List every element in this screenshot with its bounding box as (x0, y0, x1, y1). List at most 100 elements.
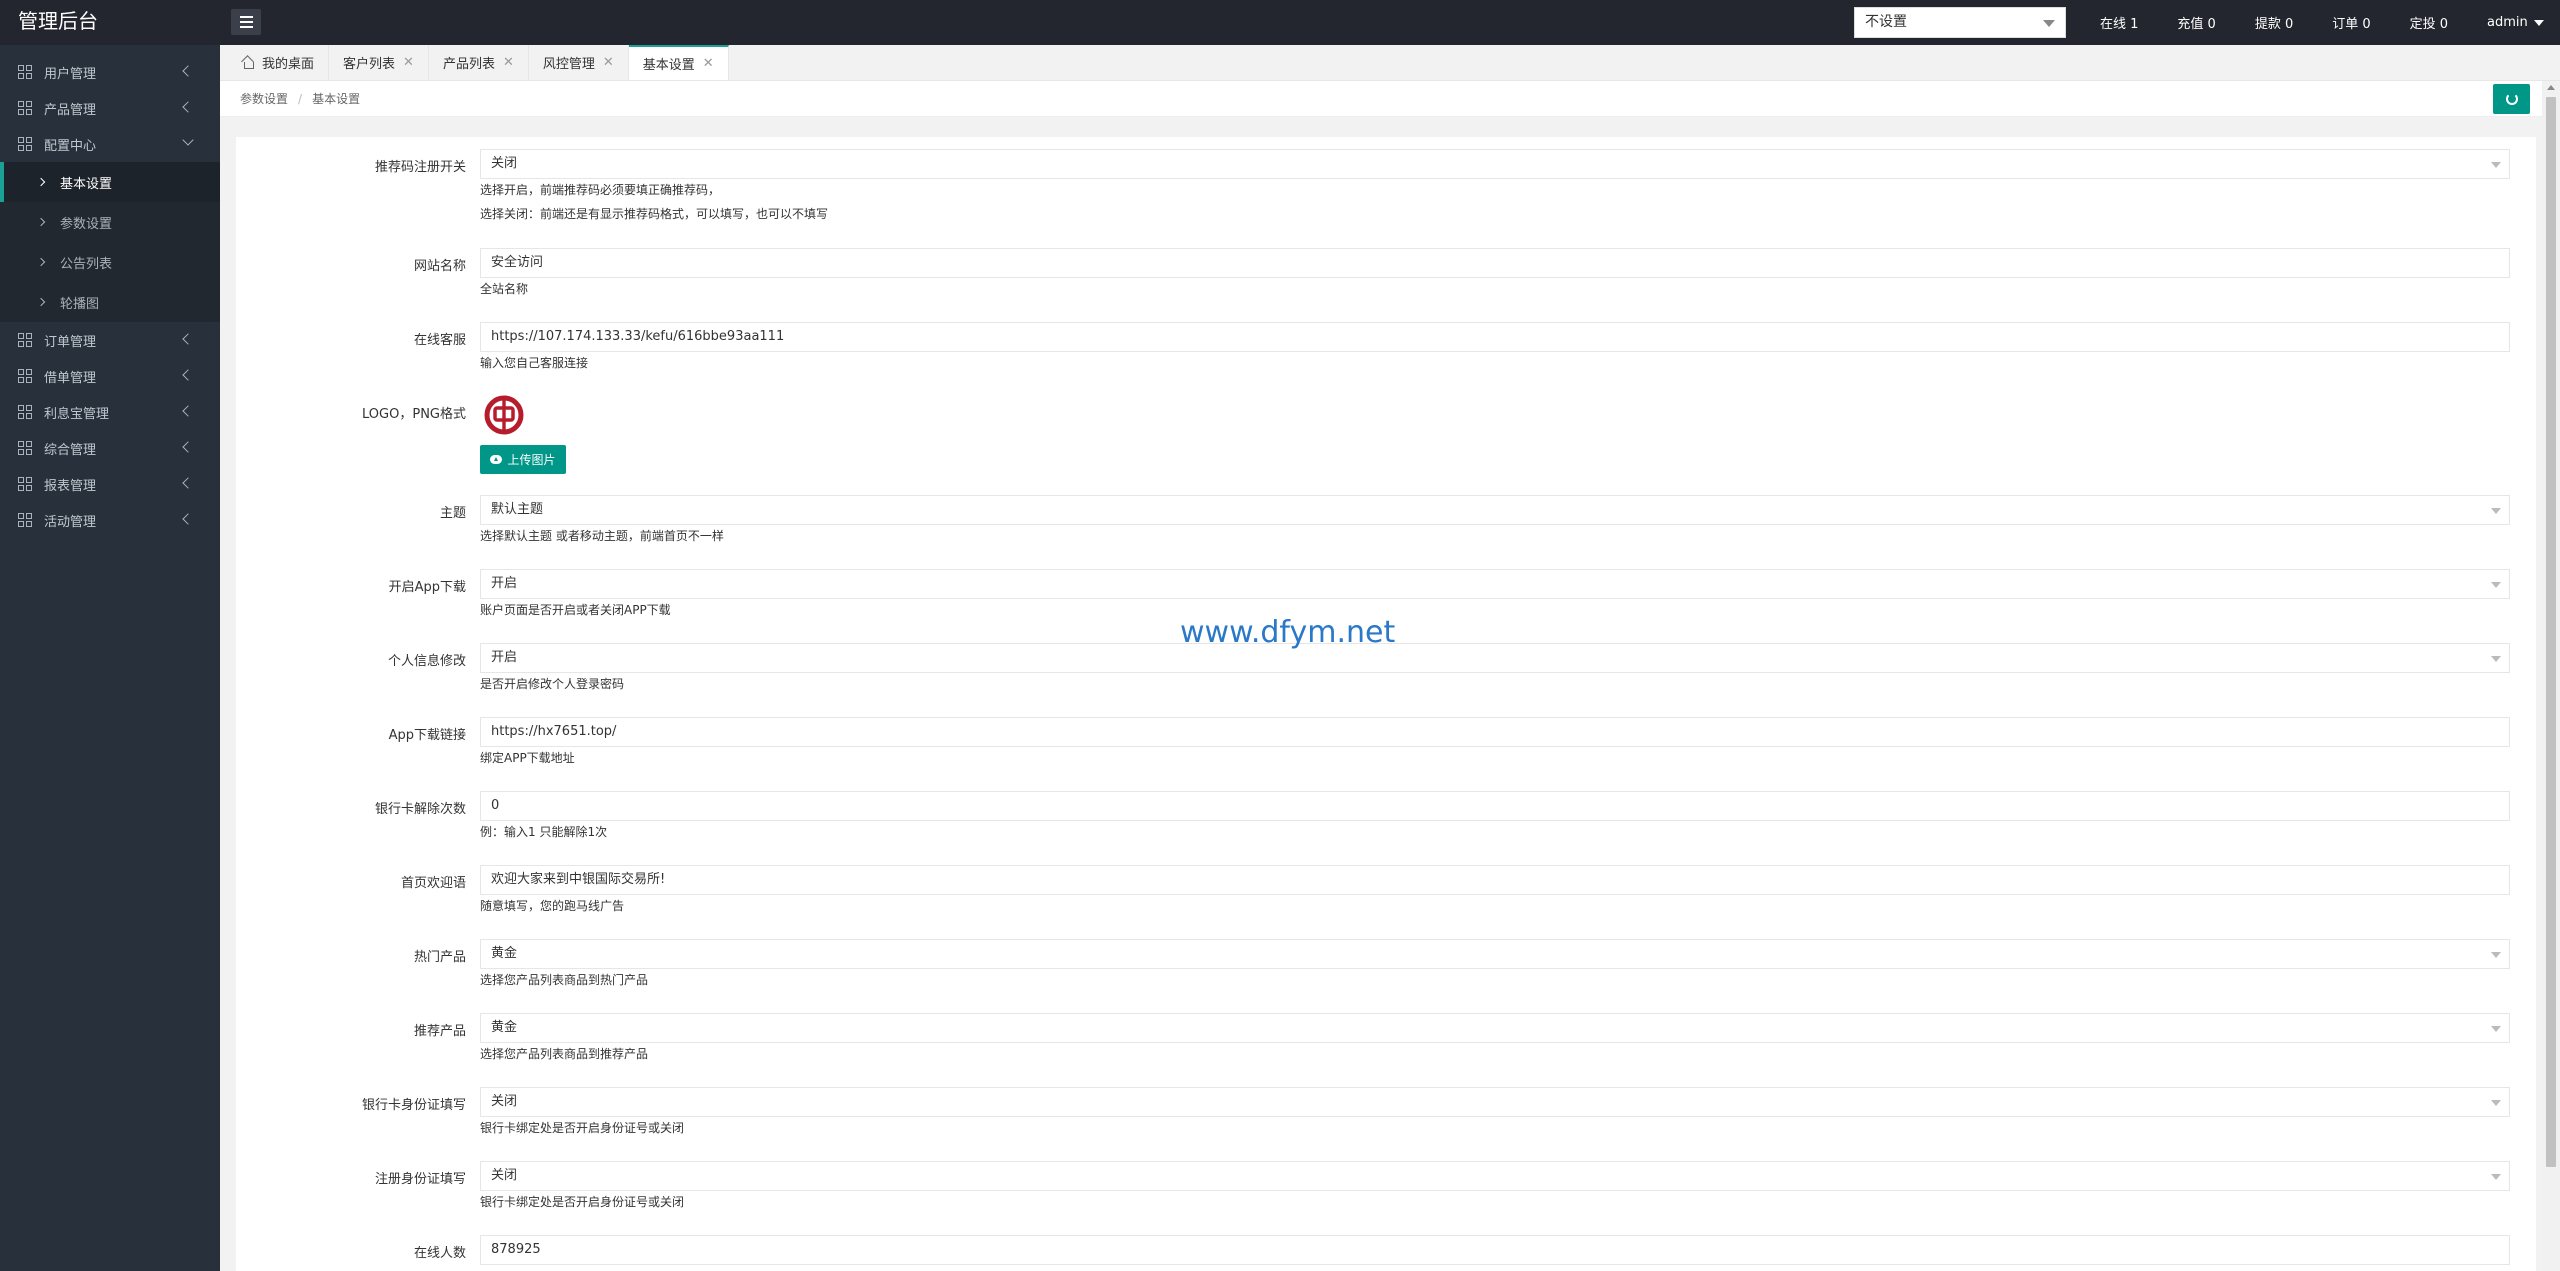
chevron-left-icon (182, 369, 194, 381)
tab-risk[interactable]: 风控管理 ✕ (529, 45, 629, 80)
chevron-left-icon (182, 477, 194, 489)
input-value: 878925 (491, 1242, 541, 1257)
stat-orders[interactable]: 订单 0 (2332, 13, 2370, 32)
unbind-count-input[interactable]: 0 (480, 791, 2510, 821)
sidebar-item-label: 活动管理 (44, 514, 97, 530)
tab-label: 风控管理 (542, 57, 595, 72)
sidebar-subitem-notices[interactable]: 公告列表 (0, 242, 220, 282)
sidebar-item-general[interactable]: 综合管理 (0, 430, 220, 466)
field-label: App下载链接 (388, 728, 466, 743)
tab-basic-settings[interactable]: 基本设置 ✕ (628, 45, 729, 80)
chevron-right-icon (36, 177, 46, 187)
tab-bar: 我的桌面 客户列表 ✕ 产品列表 ✕ 风控管理 ✕ 基本设置 ✕ (220, 45, 2560, 81)
chevron-down-icon (2491, 1026, 2501, 1032)
field-label: 在线客服 (413, 333, 466, 348)
sidebar-item-interest[interactable]: 利息宝管理 (0, 394, 220, 430)
breadcrumb: 参数设置 / 基本设置 (220, 81, 2542, 117)
refresh-button[interactable] (2493, 84, 2530, 114)
select-value: 开启 (491, 576, 518, 591)
breadcrumb-item: 基本设置 (312, 92, 361, 106)
help-text: 是否开启修改个人登录密码 (480, 677, 625, 691)
breadcrumb-item[interactable]: 参数设置 (240, 90, 288, 107)
theme-select[interactable]: 默认主题 (480, 495, 2510, 525)
scrollbar[interactable] (2542, 81, 2560, 1271)
service-url-input[interactable]: https://107.174.133.33/kefu/616bbe93aa11… (480, 322, 2510, 352)
scroll-up-icon[interactable] (2547, 85, 2555, 90)
stat-fixed[interactable]: 定投 0 (2410, 13, 2448, 32)
close-icon[interactable]: ✕ (703, 56, 714, 71)
help-text: 全站名称 (480, 282, 529, 296)
select-value: 黄金 (491, 1020, 518, 1035)
field-label: 推荐产品 (413, 1024, 466, 1039)
tab-desktop[interactable]: 我的桌面 (228, 45, 330, 80)
help-text: 绑定APP下载地址 (480, 751, 575, 765)
tab-products[interactable]: 产品列表 ✕ (429, 45, 529, 80)
scrollbar-thumb[interactable] (2546, 97, 2556, 1167)
input-value: https://107.174.133.33/kefu/616bbe93aa11… (491, 329, 785, 344)
help-text: 账户页面是否开启或者关闭APP下载 (480, 603, 671, 617)
help-text: 银行卡绑定处是否开启身份证号或关闭 (480, 1121, 685, 1135)
sidebar-item-config[interactable]: 配置中心 (0, 126, 220, 162)
header-stats: 在线 1 充值 0 提款 0 订单 0 定投 0 admin (2100, 0, 2544, 45)
close-icon[interactable]: ✕ (503, 55, 514, 70)
recommend-product-select[interactable]: 黄金 (480, 1013, 2510, 1043)
help-text: 选择您产品列表商品到推荐产品 (480, 1047, 649, 1061)
grid-icon (18, 369, 32, 383)
grid-icon (18, 333, 32, 347)
input-value: 0 (491, 798, 500, 813)
stat-recharge[interactable]: 充值 0 (2177, 13, 2215, 32)
field-label: 网站名称 (413, 259, 466, 274)
sidebar-item-orders[interactable]: 订单管理 (0, 322, 220, 358)
chevron-down-icon (2491, 508, 2501, 514)
help-text: 银行卡绑定处是否开启身份证号或关闭 (480, 1195, 685, 1209)
select-value: 默认主题 (491, 502, 544, 517)
profile-edit-select[interactable]: 开启 (480, 643, 2510, 673)
sidebar-subitem-params[interactable]: 参数设置 (0, 202, 220, 242)
sidebar-subitem-carousel[interactable]: 轮播图 (0, 282, 220, 322)
online-count-input[interactable]: 878925 (480, 1235, 2510, 1265)
chevron-down-icon (182, 134, 194, 146)
field-label: 开启App下载 (388, 580, 466, 595)
header-select[interactable]: 不设置 (1854, 7, 2066, 38)
sidebar-subitem-basic-settings[interactable]: 基本设置 (0, 162, 220, 202)
grid-icon (18, 137, 32, 151)
sidebar-item-loans[interactable]: 借单管理 (0, 358, 220, 394)
upload-image-button[interactable]: 上传图片 (480, 445, 566, 474)
close-icon[interactable]: ✕ (603, 55, 614, 70)
upload-label: 上传图片 (507, 453, 556, 467)
menu-toggle-icon[interactable] (231, 9, 261, 35)
register-id-select[interactable]: 关闭 (480, 1161, 2510, 1191)
chevron-down-icon (2533, 19, 2544, 26)
user-name: admin (2487, 15, 2528, 30)
referral-select[interactable]: 关闭 (480, 149, 2510, 179)
sidebar-subitem-label: 公告列表 (60, 256, 113, 272)
welcome-input[interactable]: 欢迎大家来到中银国际交易所! (480, 865, 2510, 895)
select-value: 关闭 (491, 1094, 518, 1109)
stat-withdraw[interactable]: 提款 0 (2255, 13, 2293, 32)
chevron-down-icon (2491, 952, 2501, 958)
sidebar-item-reports[interactable]: 报表管理 (0, 466, 220, 502)
app-download-select[interactable]: 开启 (480, 569, 2510, 599)
sidebar-item-label: 综合管理 (44, 442, 97, 458)
field-label: 推荐码注册开关 (374, 160, 466, 175)
bank-id-select[interactable]: 关闭 (480, 1087, 2510, 1117)
help-text: 选择默认主题 或者移动主题，前端首页不一样 (480, 529, 724, 543)
field-label: 热门产品 (413, 950, 466, 965)
grid-icon (18, 441, 32, 455)
sidebar-item-products[interactable]: 产品管理 (0, 90, 220, 126)
stat-online[interactable]: 在线 1 (2100, 13, 2138, 32)
site-name-input[interactable]: 安全访问 (480, 248, 2510, 278)
select-value: 开启 (491, 650, 518, 665)
chevron-left-icon (182, 513, 194, 525)
close-icon[interactable]: ✕ (403, 55, 414, 70)
sidebar-item-activities[interactable]: 活动管理 (0, 502, 220, 538)
sidebar-item-users[interactable]: 用户管理 (0, 54, 220, 90)
app-link-input[interactable]: https://hx7651.top/ (480, 717, 2510, 747)
grid-icon (18, 405, 32, 419)
hot-product-select[interactable]: 黄金 (480, 939, 2510, 969)
tab-customers[interactable]: 客户列表 ✕ (329, 45, 429, 80)
top-header: 管理后台 不设置 在线 1 充值 0 提款 0 订单 0 定投 0 admin (0, 0, 2560, 45)
help-text: 输入您自己客服连接 (480, 356, 589, 370)
chevron-left-icon (182, 101, 194, 113)
user-menu[interactable]: admin (2487, 15, 2544, 30)
